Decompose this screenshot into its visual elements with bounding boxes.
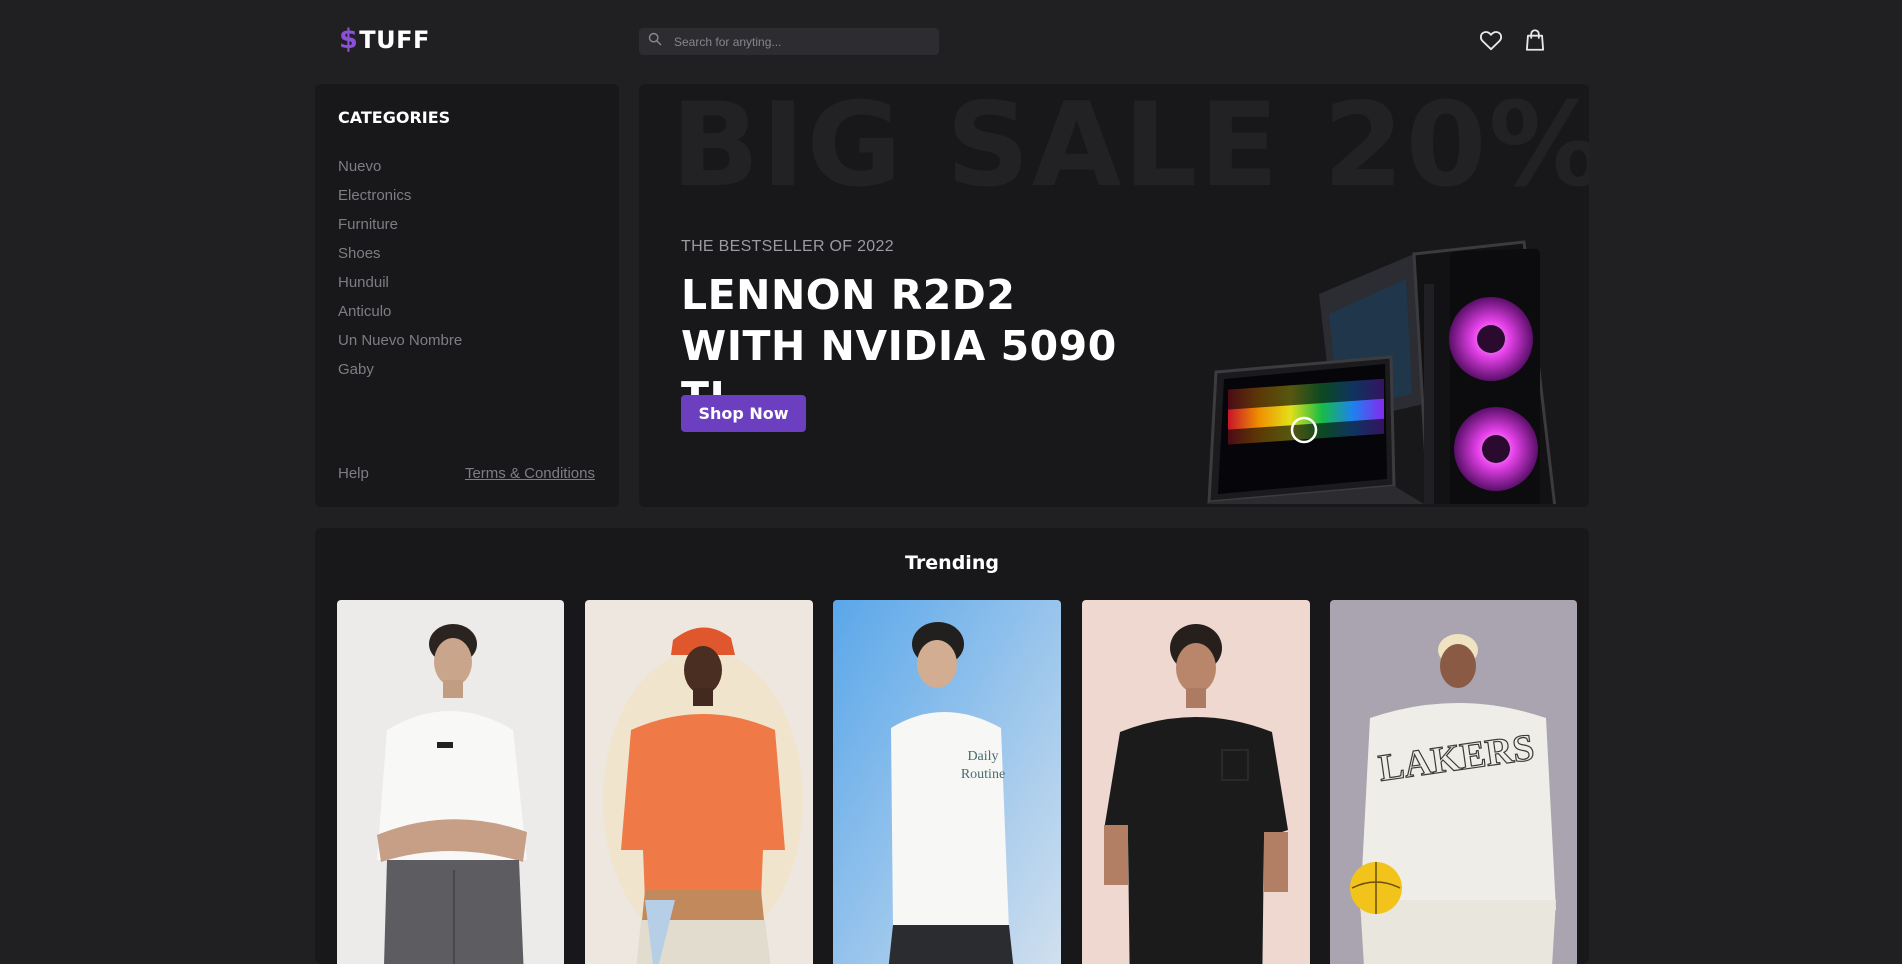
sidebar-footer: Help Terms & Conditions bbox=[338, 465, 595, 482]
category-item-electronics[interactable]: Electronics bbox=[338, 186, 462, 215]
shop-now-button[interactable]: Shop Now bbox=[681, 395, 806, 432]
hero-banner: BIG SALE 20% THE BESTSELLER OF 2022 LENN… bbox=[639, 84, 1589, 507]
category-list: Nuevo Electronics Furniture Shoes Hundui… bbox=[338, 157, 462, 389]
categories-sidebar: CATEGORIES Nuevo Electronics Furniture S… bbox=[315, 84, 619, 507]
search-bar[interactable] bbox=[639, 28, 939, 55]
product-card[interactable]: LAKERS bbox=[1330, 600, 1577, 964]
product-image-lakers-tshirt: LAKERS bbox=[1330, 600, 1577, 964]
categories-title: CATEGORIES bbox=[338, 108, 451, 127]
category-item-nuevo[interactable]: Nuevo bbox=[338, 157, 462, 186]
search-input[interactable] bbox=[674, 34, 914, 49]
heart-icon[interactable] bbox=[1478, 27, 1504, 53]
category-item-un-nuevo-nombre[interactable]: Un Nuevo Nombre bbox=[338, 331, 462, 360]
product-card[interactable] bbox=[337, 600, 564, 964]
product-card[interactable] bbox=[585, 600, 813, 964]
svg-text:Daily: Daily bbox=[967, 749, 998, 764]
search-icon bbox=[648, 32, 662, 51]
product-card[interactable] bbox=[1082, 600, 1310, 964]
terms-link[interactable]: Terms & Conditions bbox=[465, 465, 595, 482]
category-item-anticulo[interactable]: Anticulo bbox=[338, 302, 462, 331]
shopping-bag-icon[interactable] bbox=[1522, 27, 1548, 53]
product-image-graphic-tshirt: Daily Routine bbox=[833, 600, 1061, 964]
category-item-gaby[interactable]: Gaby bbox=[338, 360, 462, 389]
svg-text:Routine: Routine bbox=[961, 767, 1005, 782]
logo-symbol: $ bbox=[339, 24, 359, 55]
banner-product-image bbox=[1094, 164, 1574, 507]
product-card[interactable]: Daily Routine bbox=[833, 600, 1061, 964]
category-item-furniture[interactable]: Furniture bbox=[338, 215, 462, 244]
trending-title: Trending bbox=[905, 552, 999, 574]
product-image-black-tshirt bbox=[1082, 600, 1310, 964]
logo[interactable]: $ TUFF bbox=[339, 24, 430, 55]
trending-section: Trending Daily Routine LAKERS bbox=[315, 528, 1589, 964]
category-item-hunduil[interactable]: Hunduil bbox=[338, 273, 462, 302]
help-link[interactable]: Help bbox=[338, 465, 369, 482]
category-item-shoes[interactable]: Shoes bbox=[338, 244, 462, 273]
logo-text: TUFF bbox=[359, 25, 430, 54]
product-image-orange-tshirt bbox=[585, 600, 813, 964]
banner-subtitle: THE BESTSELLER OF 2022 bbox=[681, 238, 894, 255]
product-image-white-tshirt bbox=[337, 600, 564, 964]
header: $ TUFF bbox=[315, 0, 1589, 82]
